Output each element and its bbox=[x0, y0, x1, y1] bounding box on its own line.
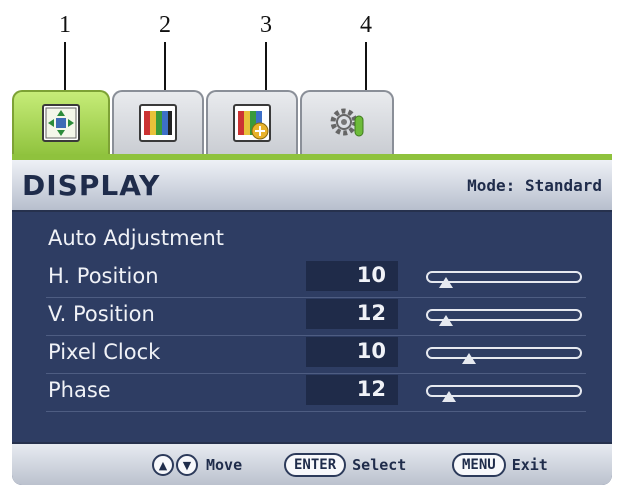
menu-item-v-position[interactable]: V. Position 12 bbox=[46, 297, 586, 336]
menu-item-h-position[interactable]: H. Position 10 bbox=[46, 259, 586, 298]
select-label: Select bbox=[352, 456, 407, 474]
v-position-slider[interactable] bbox=[426, 309, 582, 326]
exit-label: Exit bbox=[511, 456, 548, 474]
tab-picture[interactable] bbox=[112, 90, 204, 156]
slider-thumb[interactable] bbox=[439, 277, 453, 288]
menu-button[interactable]: MENU bbox=[452, 453, 506, 477]
tab-display[interactable] bbox=[12, 90, 110, 156]
color-bars-icon bbox=[139, 104, 177, 142]
nav-select: ENTER Select bbox=[284, 453, 406, 477]
tab-bar bbox=[12, 90, 612, 156]
h-position-slider[interactable] bbox=[426, 271, 582, 288]
tab-picture-advanced[interactable] bbox=[206, 90, 298, 156]
menu-item-value: 12 bbox=[356, 377, 386, 401]
menu-item-value: 10 bbox=[356, 263, 386, 287]
mode-indicator: Mode: Standard bbox=[467, 176, 602, 195]
menu-item-value: 10 bbox=[356, 339, 386, 363]
menu-item-label: Pixel Clock bbox=[48, 340, 161, 364]
slider-thumb[interactable] bbox=[439, 315, 453, 326]
menu-item-label: Phase bbox=[48, 378, 111, 402]
value-box: 12 bbox=[306, 375, 398, 405]
menu-item-value: 12 bbox=[356, 301, 386, 325]
nav-move: ▲ ▼ Move bbox=[152, 453, 242, 477]
value-box: 10 bbox=[306, 261, 398, 291]
nav-exit: MENU Exit bbox=[452, 453, 548, 477]
callout-2: 2 bbox=[159, 12, 171, 38]
menu-item-pixel-clock[interactable]: Pixel Clock 10 bbox=[46, 335, 586, 374]
enter-button[interactable]: ENTER bbox=[284, 453, 347, 477]
menu-item-phase[interactable]: Phase 12 bbox=[46, 373, 586, 412]
callout-3: 3 bbox=[260, 12, 272, 38]
page-title: DISPLAY bbox=[22, 169, 161, 202]
value-box: 10 bbox=[306, 337, 398, 367]
down-arrow-icon[interactable]: ▼ bbox=[176, 454, 198, 476]
menu-item-label: V. Position bbox=[48, 302, 155, 326]
slider-thumb[interactable] bbox=[462, 353, 476, 364]
color-bars-plus-icon bbox=[233, 104, 271, 142]
move-label: Move bbox=[206, 456, 243, 474]
value-box: 12 bbox=[306, 299, 398, 329]
phase-slider[interactable] bbox=[426, 385, 582, 402]
menu-item-auto-adjustment[interactable]: Auto Adjustment bbox=[48, 226, 224, 250]
pixel-clock-slider[interactable] bbox=[426, 347, 582, 364]
osd-panel: DISPLAY Mode: Standard Auto Adjustment H… bbox=[12, 160, 612, 485]
tab-system[interactable] bbox=[300, 90, 394, 156]
callout-1: 1 bbox=[59, 12, 71, 38]
callout-4: 4 bbox=[360, 12, 372, 38]
picture-position-icon bbox=[42, 104, 80, 142]
slider-thumb[interactable] bbox=[442, 391, 456, 402]
up-arrow-icon[interactable]: ▲ bbox=[152, 454, 174, 476]
gear-settings-icon bbox=[328, 104, 366, 142]
title-bar: DISPLAY Mode: Standard bbox=[12, 160, 612, 212]
footer-bar: ▲ ▼ Move ENTER Select MENU Exit bbox=[12, 442, 612, 485]
menu-item-label: H. Position bbox=[48, 264, 159, 288]
